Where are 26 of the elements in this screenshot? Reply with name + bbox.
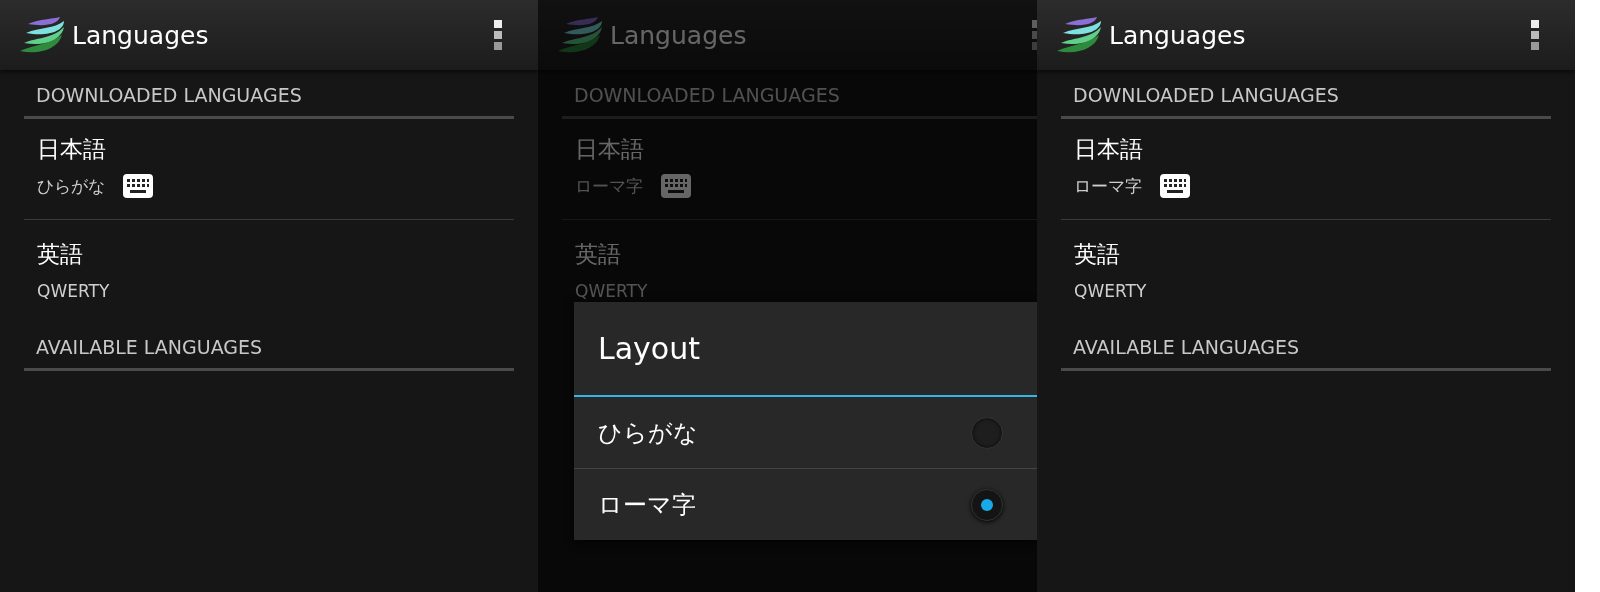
menu-icon[interactable]	[1531, 20, 1539, 50]
screen-title: Languages	[1109, 20, 1246, 50]
language-name[interactable]: 日本語	[1074, 133, 1538, 165]
logo-icon	[556, 15, 604, 55]
section-header: DOWNLOADED LANGUAGES	[1061, 84, 1551, 119]
section-header: AVAILABLE LANGUAGES	[24, 336, 514, 371]
language-name[interactable]: 英語	[37, 238, 501, 270]
layout-name: ひらがな	[37, 174, 105, 198]
language-name[interactable]: 日本語	[37, 133, 501, 165]
section-header: AVAILABLE LANGUAGES	[1061, 336, 1551, 371]
screen-title: Languages	[72, 20, 209, 50]
radio-button[interactable]	[971, 488, 1003, 521]
menu-icon[interactable]	[494, 20, 502, 50]
layout-name: ローマ字	[575, 174, 643, 198]
section-header: DOWNLOADED LANGUAGES	[24, 84, 514, 119]
logo-icon	[1055, 15, 1103, 55]
layout-name: ローマ字	[1074, 174, 1142, 198]
logo-icon	[18, 15, 66, 55]
layout-option[interactable]: ひらがな	[574, 397, 1037, 468]
layout-name: QWERTY	[37, 281, 110, 301]
layout-name: QWERTY	[1074, 281, 1147, 301]
layout-option[interactable]: ローマ字	[574, 468, 1037, 540]
radio-button[interactable]	[971, 416, 1003, 449]
screen-title: Languages	[610, 20, 747, 50]
layout-name: QWERTY	[575, 281, 648, 301]
language-name[interactable]: 英語	[1074, 238, 1538, 270]
